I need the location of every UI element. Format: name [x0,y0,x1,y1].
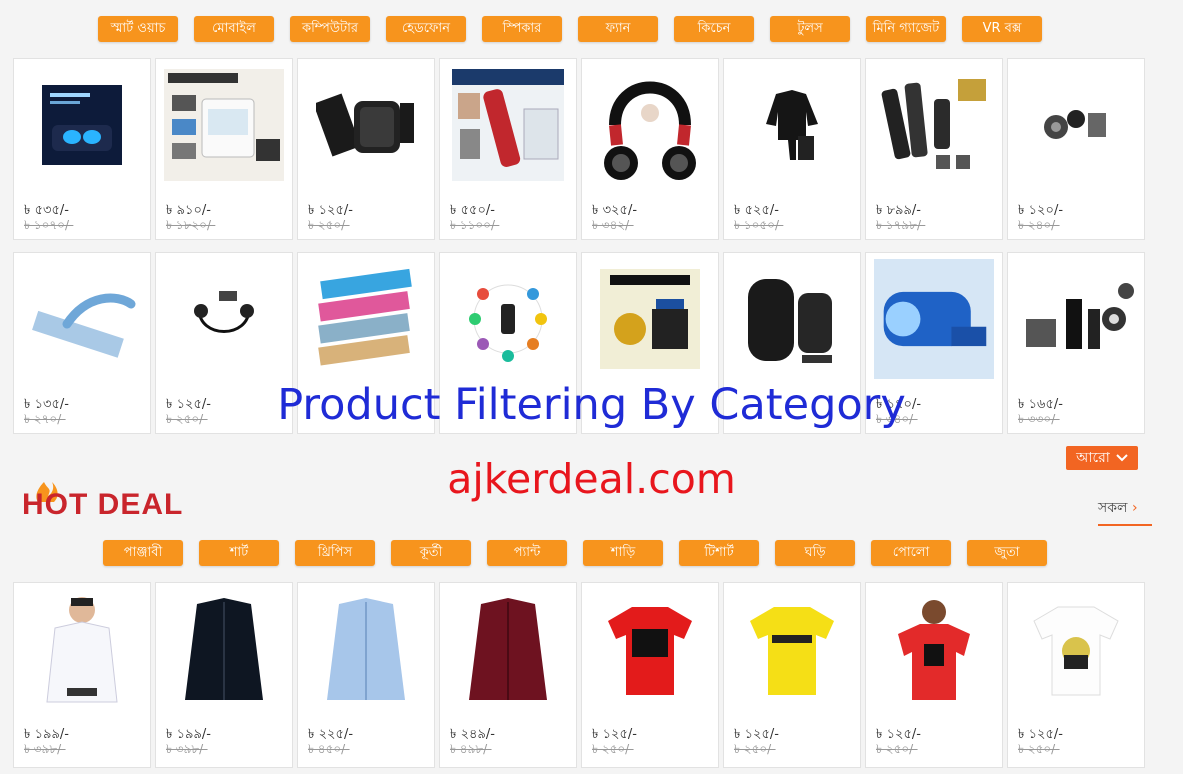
smart-watch-image [306,67,426,183]
maroon-shirt-image [448,591,568,707]
squeegee-image [22,261,142,377]
product-old-price: ৳ ২৫০/- [592,742,634,756]
product-old-price: ৳ ৪৫০/- [308,742,350,756]
tab-mini-gadget[interactable]: মিনি গ্যাজেট [866,16,946,42]
tab-fan[interactable]: ফ্যান [578,16,658,42]
product-old-price: ৳ ১০৫০/- [734,218,784,232]
product-old-price: ৳ ৩৯৮/- [166,742,208,756]
product-card[interactable]: ৳ ৩২৫/- ৳ ৩৪২/- [581,58,719,240]
raincoat-image [732,67,852,183]
product-old-price: ৳ ২৫০/- [1018,742,1060,756]
product-old-price: ৳ ৪৯৮/- [450,742,492,756]
tab-computer[interactable]: কম্পিউটার [290,16,370,42]
overlay-domain: ajkerdeal.com [447,455,736,503]
trimmer-image [448,67,568,183]
torch-light-image [874,259,994,379]
red-tshirt-image [590,591,710,707]
product-old-price: ৳ ২৫০/- [734,742,776,756]
product-card[interactable]: ৳ ১২০/- ৳ ২৪০/- [1007,58,1145,240]
water-pump-image [590,261,710,377]
white-shirt-image [22,591,142,707]
grooming-kit-image [874,67,994,183]
tab-saree[interactable]: শাড়ি [583,540,663,566]
product-old-price: ৳ ২৫০/- [876,742,918,756]
bluetooth-earphone-image [164,261,284,377]
flashlight-image [1016,261,1136,377]
product-card[interactable]: ৳ ১২৫/- ৳ ২৫০/- [723,582,861,768]
top-category-tabs: স্মার্ট ওয়াচ মোবাইল কম্পিউটার হেডফোন স্… [98,16,1042,42]
product-card[interactable]: ৳ ৫৩৫/- ৳ ১০৭০/- [13,58,151,240]
fashion-category-tabs: পাঞ্জাবী শার্ট থ্রিপিস কূর্তী প্যান্ট শা… [103,540,1047,566]
tab-three-piece[interactable]: থ্রিপিস [295,540,375,566]
product-old-price: ৳ ২৫০/- [308,218,350,232]
overlay-title: Product Filtering By Category [277,380,906,430]
gadget-grid-row-1: ৳ ৫৩৫/- ৳ ১০৭০/- ৳ ৯১০/- ৳ ১৮২০/- ৳ ১২৫/… [13,58,1145,240]
tab-speaker[interactable]: স্পিকার [482,16,562,42]
tab-pant[interactable]: প্যান্ট [487,540,567,566]
product-card[interactable]: ৳ ১২৫/- ৳ ২৫০/- [581,582,719,768]
product-card[interactable]: ৳ ১৯৯/- ৳ ৩৯৮/- [155,582,293,768]
tab-smart-watch[interactable]: স্মার্ট ওয়াচ [98,16,178,42]
tab-kurti[interactable]: কূর্তী [391,540,471,566]
tab-panjabi[interactable]: পাঞ্জাবী [103,540,183,566]
product-old-price: ৳ ১১০০/- [450,218,500,232]
product-card[interactable]: ৳ ৮৯৯/- ৳ ১৭৯৮/- [865,58,1003,240]
power-bank-image [306,261,426,377]
gadget-image [1016,67,1136,183]
earbuds-image [22,67,142,183]
product-card[interactable]: ৳ ২২৫/- ৳ ৪৫০/- [297,582,435,768]
tab-polo[interactable]: পোলো [871,540,951,566]
product-card[interactable]: ৳ ৫৫০/- ৳ ১১০০/- [439,58,577,240]
product-card[interactable]: ৳ ১২৫/- ৳ ২৫০/- [865,582,1003,768]
product-old-price: ৳ ২৪০/- [1018,218,1060,232]
product-card[interactable]: ৳ ২৪৯/- ৳ ৪৯৮/- [439,582,577,768]
backpack-image [732,261,852,377]
tab-mobile[interactable]: মোবাইল [194,16,274,42]
product-card[interactable]: ৳ ১২৫/- ৳ ২৫০/- [1007,582,1145,768]
air-cooler-image [164,67,284,183]
product-old-price: ৳ ১৮২০/- [166,218,216,232]
product-old-price: ৳ ৩৯৮/- [24,742,66,756]
tab-kitchen[interactable]: কিচেন [674,16,754,42]
tab-shoes[interactable]: জুতা [967,540,1047,566]
tab-tshirt[interactable]: টিশার্ট [679,540,759,566]
black-shirt-image [164,591,284,707]
tab-headphone[interactable]: হেডফোন [386,16,466,42]
fashion-grid: ৳ ১৯৯/- ৳ ৩৯৮/- ৳ ১৯৯/- ৳ ৩৯৮/- ৳ ২২৫/- … [13,582,1145,768]
fitness-band-image [448,261,568,377]
white-tshirt-image [1016,591,1136,707]
product-card[interactable]: ৳ ৫২৫/- ৳ ১০৫০/- [723,58,861,240]
product-old-price: ৳ ১৭৯৮/- [876,218,926,232]
tab-watch[interactable]: ঘড়ি [775,540,855,566]
tab-tools[interactable]: টুলস [770,16,850,42]
red-tshirt-man-image [874,591,994,707]
product-card[interactable]: ৳ ১২৫/- ৳ ২৫০/- [297,58,435,240]
blue-shirt-image [306,591,426,707]
yellow-tshirt-image [732,591,852,707]
tab-vr-box[interactable]: VR বক্স [962,16,1042,42]
tab-shirt[interactable]: শার্ট [199,540,279,566]
product-old-price: ৳ ১০৭০/- [24,218,74,232]
product-card[interactable]: ৳ ১৯৯/- ৳ ৩৯৮/- [13,582,151,768]
product-card[interactable]: ৳ ৯১০/- ৳ ১৮২০/- [155,58,293,240]
neck-fan-image [590,67,710,183]
product-old-price: ৳ ৩৪২/- [592,218,634,232]
